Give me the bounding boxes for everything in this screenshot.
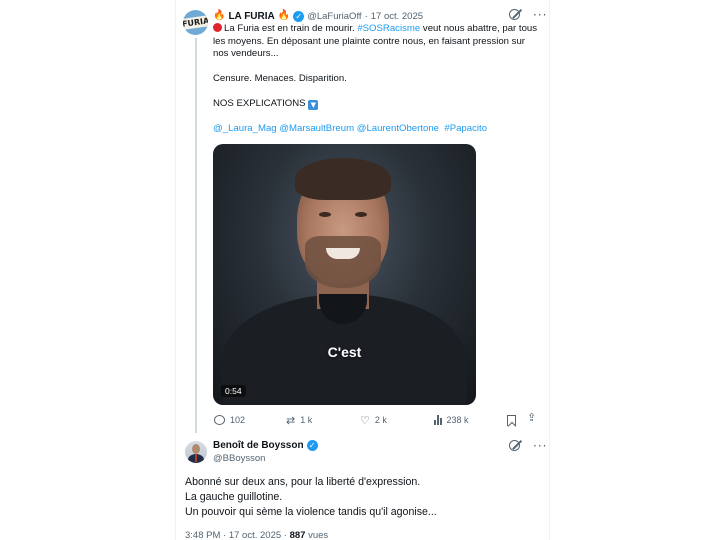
tweet-header-actions: ··· (509, 9, 547, 21)
tweet-text-line: La gauche guillotine. (185, 491, 283, 503)
tweet-time[interactable]: 3:48 PM (185, 530, 220, 540)
video-caption: C'est (327, 344, 362, 360)
hashtag-link[interactable]: #Papacito (444, 123, 487, 134)
views-label: vues (308, 530, 329, 540)
like-button[interactable]: ♡ 2 k (360, 415, 387, 426)
video-duration: 0:54 (221, 385, 246, 397)
grok-icon[interactable] (509, 9, 520, 20)
bookmark-button[interactable] (507, 414, 516, 426)
mention-links[interactable]: @_Laura_Mag @MarsaultBreum @LaurentObert… (213, 123, 439, 134)
red-circle-icon (213, 23, 222, 32)
reply-count: 102 (230, 415, 246, 425)
display-name[interactable]: LA FURIA (228, 11, 274, 22)
fire-icon: 🔥 (213, 10, 226, 21)
user-handle[interactable]: @LaFuriaOff (307, 11, 361, 22)
tweet-text: Abonné sur deux ans, pour la liberté d'e… (185, 475, 545, 520)
video-eye (319, 212, 331, 217)
views-count: 238 k (446, 415, 469, 425)
avatar[interactable]: FURIA (183, 10, 208, 35)
tweet-text-line: Un pouvoir qui sème la violence tandis q… (185, 506, 437, 518)
tweet-action-bar: 102 ⇄ 1 k ♡ 2 k 238 k ⇪ (0, 412, 720, 427)
reply-icon (214, 415, 225, 425)
video-hair (295, 158, 391, 200)
tweet-text-line: Censure. Menaces. Disparition. (213, 73, 347, 84)
tweet-header: Benoît de Boysson ✓ (213, 440, 318, 451)
verified-badge-icon[interactable]: ✓ (293, 10, 305, 22)
grok-icon[interactable] (509, 440, 520, 451)
repost-button[interactable]: ⇄ 1 k (286, 415, 312, 426)
reply-button[interactable]: 102 (214, 415, 245, 425)
tweet-header: 🔥 LA FURIA 🔥 ✓ @LaFuriaOff · 17 oct. 202… (213, 9, 423, 23)
repost-count: 1 k (300, 415, 313, 425)
down-arrow-icon: ▼ (308, 100, 319, 110)
separator: · (364, 10, 368, 22)
tweet-metadata: 3:48 PM · 17 oct. 2025 · 887 vues (185, 530, 329, 540)
tweet-text: La Furia est en train de mourir. #SOSRac… (213, 23, 543, 136)
avatar[interactable] (185, 441, 207, 463)
tweet-date[interactable]: 17 oct. 2025 (229, 530, 281, 540)
heart-icon: ♡ (360, 413, 370, 427)
verified-badge-icon[interactable]: ✓ (306, 440, 318, 451)
repost-icon: ⇄ (286, 413, 296, 427)
tweet-text-line: NOS EXPLICATIONS (213, 98, 306, 109)
more-options-icon[interactable]: ··· (533, 440, 547, 452)
like-count: 2 k (374, 415, 387, 425)
video-beard (305, 236, 381, 288)
video-player[interactable]: C'est 0:54 (213, 144, 476, 405)
more-options-icon[interactable]: ··· (533, 9, 547, 21)
fire-icon: 🔥 (277, 10, 291, 21)
display-name[interactable]: Benoît de Boysson (213, 440, 304, 451)
avatar-logo-text: FURIA (183, 14, 208, 31)
tweet-header-actions: ··· (509, 440, 547, 452)
tweet-text-line: Abonné sur deux ans, pour la liberté d'e… (185, 476, 421, 488)
bookmark-icon (507, 414, 516, 426)
video-eye (355, 212, 367, 217)
views-icon (434, 415, 442, 425)
share-icon: ⇪ (527, 411, 537, 424)
tweet-text-line: La Furia est en train de mourir. (224, 23, 358, 34)
views-count: 887 (289, 530, 306, 540)
tweet-date[interactable]: 17 oct. 2025 (371, 11, 423, 22)
user-handle[interactable]: @BBoysson (213, 453, 265, 464)
share-button[interactable]: ⇪ (527, 412, 536, 423)
thread-connector-line (195, 38, 197, 433)
views-button[interactable]: 238 k (434, 415, 469, 425)
hashtag-link[interactable]: #SOSRacisme (357, 23, 420, 34)
